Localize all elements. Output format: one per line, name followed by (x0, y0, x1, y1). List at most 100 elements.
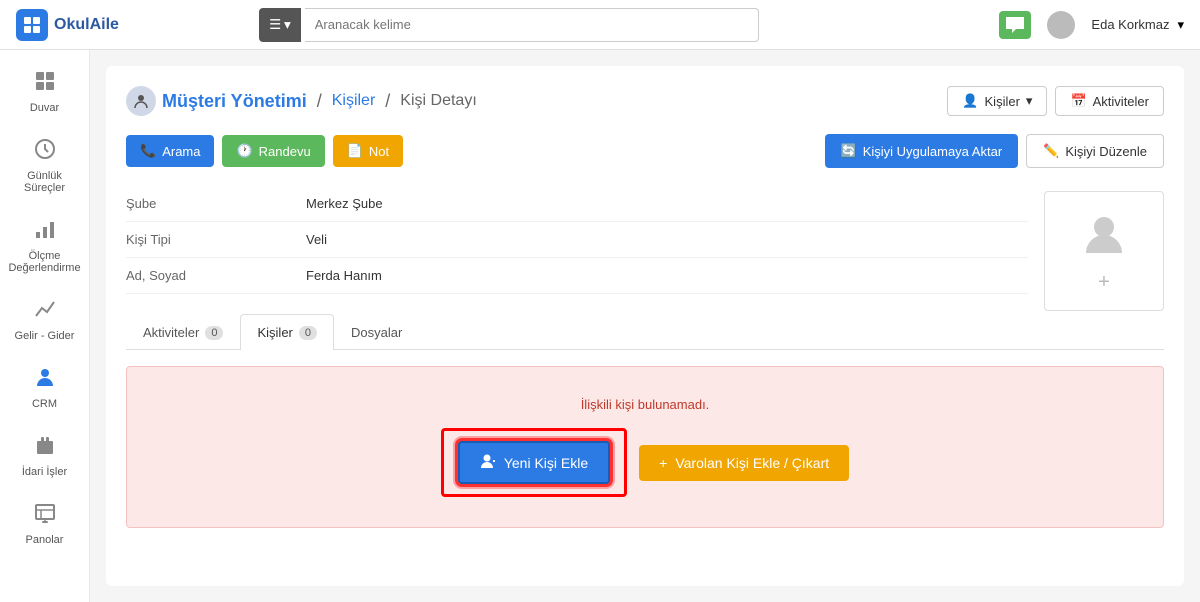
randevu-button[interactable]: 🕐 Randevu (222, 135, 324, 167)
olcme-icon (34, 218, 56, 246)
sidebar-item-duvar[interactable]: Duvar (5, 60, 85, 124)
info-table: Şube Merkez Şube Kişi Tipi Veli Ad, Soya… (126, 186, 1028, 294)
info-row-kisitipi: Kişi Tipi Veli (126, 222, 1028, 258)
breadcrumb-sep1: / (317, 91, 322, 112)
aktiviteler-button[interactable]: 📅 Aktiviteler (1055, 86, 1164, 116)
randevu-label: Randevu (259, 144, 311, 159)
not-label: Not (369, 144, 389, 159)
avatar (1047, 11, 1075, 39)
kisiler-buttons: Yeni Kişi Ekle + Varolan Kişi Ekle / Çık… (441, 428, 849, 497)
new-kisi-label: Yeni Kişi Ekle (504, 455, 588, 471)
new-kisi-highlight: Yeni Kişi Ekle (441, 428, 627, 497)
aktiviteler-btn-icon: 📅 (1070, 93, 1086, 109)
info-row-adsoyad: Ad, Soyad Ferda Hanım (126, 258, 1028, 294)
content-inner: Müşteri Yönetimi / Kişiler / Kişi Detayı… (106, 66, 1184, 586)
user-chevron: ▾ (1177, 17, 1184, 33)
sidebar-item-crm[interactable]: CRM (5, 356, 85, 420)
crm-icon (34, 366, 56, 394)
not-button[interactable]: 📄 Not (333, 135, 403, 167)
breadcrumb-icon (126, 86, 156, 116)
gelir-icon (34, 298, 56, 326)
breadcrumb-left: Müşteri Yönetimi / Kişiler / Kişi Detayı (126, 86, 477, 116)
new-kisi-button[interactable]: Yeni Kişi Ekle (458, 441, 610, 484)
menu-button[interactable]: ☰ ▾ (259, 8, 301, 42)
sidebar-label-crm: CRM (32, 398, 57, 410)
menu-icon: ☰ (269, 17, 281, 33)
not-icon: 📄 (347, 143, 363, 159)
kisiler-btn-label: Kişiler (985, 94, 1020, 109)
photo-person-icon (1080, 209, 1128, 267)
duzenle-button[interactable]: ✏️ Kişiyi Düzenle (1026, 134, 1164, 168)
info-row-sube: Şube Merkez Şube (126, 186, 1028, 222)
tab-aktiviteler-label: Aktiviteler (143, 325, 199, 340)
kisiler-btn-icon: 👤 (962, 93, 978, 109)
tab-aktiviteler[interactable]: Aktiviteler 0 (126, 314, 240, 350)
app-logo[interactable]: OkulAile (16, 9, 119, 41)
varolan-kisi-button[interactable]: + Varolan Kişi Ekle / Çıkart (639, 445, 849, 481)
breadcrumb-module[interactable]: Müşteri Yönetimi (162, 91, 307, 112)
sidebar-label-idari: İdari İşler (22, 466, 67, 478)
arama-button[interactable]: 📞 Arama (126, 135, 214, 167)
sidebar-item-panolar[interactable]: Panolar (5, 492, 85, 556)
user-name: Eda Korkmaz (1091, 17, 1169, 32)
breadcrumb-sep2: / (385, 91, 390, 112)
action-left: 📞 Arama 🕐 Randevu 📄 Not (126, 135, 403, 167)
gunluk-icon (34, 138, 56, 166)
panolar-icon (34, 502, 56, 530)
tabs: Aktiviteler 0 Kişiler 0 Dosyalar (126, 314, 1164, 350)
sidebar-item-gelir[interactable]: Gelir - Gider (5, 288, 85, 352)
logo-text: OkulAile (54, 16, 119, 34)
aktar-label: Kişiyi Uygulamaya Aktar (863, 144, 1002, 159)
tab-kisiler[interactable]: Kişiler 0 (240, 314, 334, 350)
arama-icon: 📞 (140, 143, 156, 159)
varolan-label: Varolan Kişi Ekle / Çıkart (675, 455, 829, 471)
aktar-button[interactable]: 🔄 Kişiyi Uygulamaya Aktar (825, 134, 1019, 168)
search-wrap: ☰ ▾ (259, 8, 759, 42)
sube-label: Şube (126, 196, 306, 211)
search-input[interactable] (305, 8, 759, 42)
varolan-icon: + (659, 455, 667, 471)
aktar-icon: 🔄 (841, 143, 857, 159)
kisiler-panel: İlişkili kişi bulunamadı. (126, 366, 1164, 528)
sidebar-label-gelir: Gelir - Gider (15, 330, 75, 342)
sidebar-item-gunluk[interactable]: Günlük Süreçler (5, 128, 85, 204)
breadcrumb-right: 👤 Kişiler ▾ 📅 Aktiviteler (947, 86, 1164, 116)
topbar-right: Eda Korkmaz ▾ (999, 11, 1184, 39)
main-layout: Duvar Günlük Süreçler Ölçme Değerlendirm… (0, 50, 1200, 602)
content-area: Müşteri Yönetimi / Kişiler / Kişi Detayı… (90, 50, 1200, 602)
randevu-icon: 🕐 (236, 143, 252, 159)
kisiler-button[interactable]: 👤 Kişiler ▾ (947, 86, 1047, 116)
sidebar-item-idari[interactable]: İdari İşler (5, 424, 85, 488)
tab-dosyalar[interactable]: Dosyalar (334, 314, 419, 350)
topbar: OkulAile ☰ ▾ Eda Korkmaz ▾ (0, 0, 1200, 50)
sidebar-label-olcme: Ölçme Değerlendirme (8, 250, 80, 274)
sidebar-label-duvar: Duvar (30, 102, 59, 114)
user-menu[interactable]: Eda Korkmaz ▾ (1091, 17, 1184, 33)
breadcrumb-section[interactable]: Kişiler (332, 92, 376, 110)
info-fields: Şube Merkez Şube Kişi Tipi Veli Ad, Soya… (126, 186, 1028, 314)
idari-icon (34, 434, 56, 462)
photo-add-icon: + (1098, 271, 1110, 294)
kisi-tipi-value: Veli (306, 232, 1028, 247)
photo-area[interactable]: + (1044, 191, 1164, 311)
aktiviteler-btn-label: Aktiviteler (1093, 94, 1149, 109)
tab-kisiler-label: Kişiler (257, 325, 292, 340)
tab-dosyalar-label: Dosyalar (351, 325, 402, 340)
new-kisi-icon (480, 453, 496, 472)
sidebar-item-olcme[interactable]: Ölçme Değerlendirme (5, 208, 85, 284)
kisiler-empty-text: İlişkili kişi bulunamadı. (581, 397, 710, 412)
kisiler-btn-chevron: ▾ (1026, 93, 1033, 109)
breadcrumb-page: Kişi Detayı (400, 92, 476, 110)
arama-label: Arama (162, 144, 200, 159)
sidebar-label-panolar: Panolar (26, 534, 64, 546)
chat-icon[interactable] (999, 11, 1031, 39)
breadcrumb: Müşteri Yönetimi / Kişiler / Kişi Detayı… (126, 86, 1164, 116)
ad-soyad-value: Ferda Hanım (306, 268, 1028, 283)
sidebar: Duvar Günlük Süreçler Ölçme Değerlendirm… (0, 50, 90, 602)
duvar-icon (34, 70, 56, 98)
action-right: 🔄 Kişiyi Uygulamaya Aktar ✏️ Kişiyi Düze… (825, 134, 1164, 168)
action-row: 📞 Arama 🕐 Randevu 📄 Not 🔄 Ki (126, 134, 1164, 168)
duzenle-label: Kişiyi Düzenle (1065, 144, 1147, 159)
menu-chevron: ▾ (284, 17, 291, 33)
sidebar-label-gunluk: Günlük Süreçler (13, 170, 77, 194)
